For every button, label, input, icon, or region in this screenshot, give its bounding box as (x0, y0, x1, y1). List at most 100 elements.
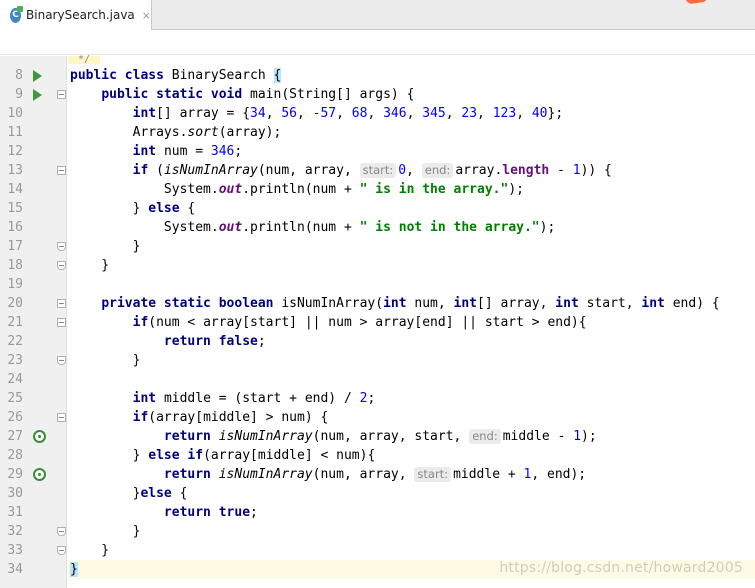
code-text[interactable]: if(array[middle] > num) { (68, 408, 755, 427)
code-editor[interactable]: */ 8 public class BinarySearch {9 public … (0, 55, 755, 588)
code-line[interactable]: 11 Arrays.sort(array); (0, 123, 755, 142)
line-number: 17 (7, 239, 23, 254)
code-token: int (383, 296, 415, 311)
code-token: int (132, 144, 164, 159)
fold-toggle-icon[interactable] (57, 527, 66, 536)
parameter-hint: end: (469, 429, 501, 444)
code-token: start, (586, 296, 642, 311)
code-text[interactable]: } (68, 351, 755, 370)
code-text[interactable]: int[] array = {34, 56, -57, 68, 346, 345… (68, 104, 755, 123)
code-text[interactable]: } (68, 237, 755, 256)
code-text[interactable]: return false; (68, 332, 755, 351)
fold-toggle-icon[interactable] (57, 356, 66, 365)
code-token: { (596, 163, 612, 178)
code-text[interactable]: return isNumInArray(num, array, start: mi… (68, 465, 755, 484)
code-text[interactable]: } (68, 256, 755, 275)
code-line[interactable]: 12 int num = 346; (0, 142, 755, 161)
code-text[interactable]: public static void main(String[] args) { (68, 85, 755, 104)
code-token: 34 (250, 106, 266, 121)
line-number: 27 (7, 429, 23, 444)
code-token: if (132, 315, 149, 330)
code-text[interactable]: int middle = (start + end) / 2; (68, 389, 755, 408)
code-token: { (179, 486, 188, 501)
code-text[interactable]: public class BinarySearch { (68, 66, 755, 85)
line-number: 26 (7, 410, 23, 425)
code-line[interactable]: 15 } else { (0, 199, 755, 218)
line-number: 29 (7, 467, 23, 482)
fold-toggle-icon[interactable] (57, 242, 66, 251)
code-line[interactable]: 14 System.out.println(num + " is in the … (0, 180, 755, 199)
code-line[interactable]: 32 } (0, 522, 755, 541)
code-text[interactable]: } else { (68, 199, 755, 218)
file-tab-binarysearch[interactable]: C BinarySearch.java × (0, 0, 152, 30)
code-token: (num < array[start] || num > array[end] … (148, 315, 587, 330)
code-text[interactable]: System.out.println(num + " is not in the… (68, 218, 755, 237)
fold-toggle-icon[interactable] (57, 261, 66, 270)
line-number: 24 (7, 372, 23, 387)
fold-toggle-icon[interactable] (57, 546, 66, 555)
code-line[interactable]: 28 } else if(array[middle] < num){ (0, 446, 755, 465)
code-line[interactable]: 20 private static boolean isNumInArray(i… (0, 294, 755, 313)
code-text[interactable]: if (isNumInArray(num, array, start: 0, en… (68, 161, 755, 180)
code-line[interactable]: 31 return true; (0, 503, 755, 522)
fold-toggle-icon[interactable] (57, 318, 66, 327)
line-number: 15 (7, 201, 23, 216)
code-text[interactable]: System.out.println(num + " is in the arr… (68, 180, 755, 199)
corner-decoration (685, 0, 709, 5)
code-token: 1 (573, 429, 582, 444)
code-line[interactable]: 23 } (0, 351, 755, 370)
code-token: if (132, 163, 157, 178)
close-icon[interactable]: × (142, 9, 151, 22)
code-text[interactable]: } (68, 522, 755, 541)
code-text[interactable]: private static boolean isNumInArray(int … (68, 294, 755, 313)
code-token: public static void (101, 87, 251, 102)
code-text[interactable]: int num = 346; (68, 142, 755, 161)
line-number: 22 (7, 334, 23, 349)
code-token: Arrays. (70, 125, 188, 140)
code-token: { (273, 68, 282, 83)
code-line[interactable]: 13 if (isNumInArray(num, array, start: 0,… (0, 161, 755, 180)
fold-toggle-icon[interactable] (57, 299, 66, 308)
code-line[interactable]: 17 } (0, 237, 755, 256)
code-line[interactable]: 25 int middle = (start + end) / 2; (0, 389, 755, 408)
code-line[interactable]: 24 (0, 370, 755, 389)
parameter-hint: start: (359, 163, 397, 178)
line-number: 12 (7, 144, 23, 159)
code-token: { (187, 201, 196, 216)
run-icon[interactable] (33, 89, 42, 101)
code-line[interactable]: 33 } (0, 541, 755, 560)
code-text[interactable]: return isNumInArray(num, array, start, e… (68, 427, 755, 446)
code-line[interactable]: 22 return false; (0, 332, 755, 351)
code-line[interactable]: 27 return isNumInArray(num, array, start… (0, 427, 755, 446)
code-token: if (132, 410, 149, 425)
code-text[interactable]: Arrays.sort(array); (68, 123, 755, 142)
code-text[interactable]: } (68, 541, 755, 560)
run-icon[interactable] (33, 70, 42, 82)
code-line[interactable]: 30 }else { (0, 484, 755, 503)
code-token: ( (156, 163, 164, 178)
code-token: isNumInArray (218, 467, 313, 482)
code-line[interactable]: 19 (0, 275, 755, 294)
code-text[interactable] (68, 370, 755, 389)
fold-toggle-icon[interactable] (57, 90, 66, 99)
code-line[interactable]: 16 System.out.println(num + " is not in … (0, 218, 755, 237)
code-line[interactable]: 10 int[] array = {34, 56, -57, 68, 346, … (0, 104, 755, 123)
code-text[interactable]: if(num < array[start] || num > array[end… (68, 313, 755, 332)
code-text[interactable]: } else if(array[middle] < num){ (68, 446, 755, 465)
fold-toggle-icon[interactable] (57, 166, 66, 175)
code-text[interactable] (68, 275, 755, 294)
code-line[interactable]: 26 if(array[middle] > num) { (0, 408, 755, 427)
folded-comment-end[interactable]: */ (68, 55, 100, 65)
fold-toggle-icon[interactable] (57, 413, 66, 422)
code-line[interactable]: 8 public class BinarySearch { (0, 66, 755, 85)
code-text[interactable]: }else { (68, 484, 755, 503)
code-text[interactable]: return true; (68, 503, 755, 522)
code-line[interactable]: 9 public static void main(String[] args)… (0, 85, 755, 104)
code-line[interactable]: 18 } (0, 256, 755, 275)
code-token: 40 (531, 106, 548, 121)
code-line[interactable]: 21 if(num < array[start] || num > array[… (0, 313, 755, 332)
code-line[interactable]: 29 return isNumInArray(num, array, start… (0, 465, 755, 484)
